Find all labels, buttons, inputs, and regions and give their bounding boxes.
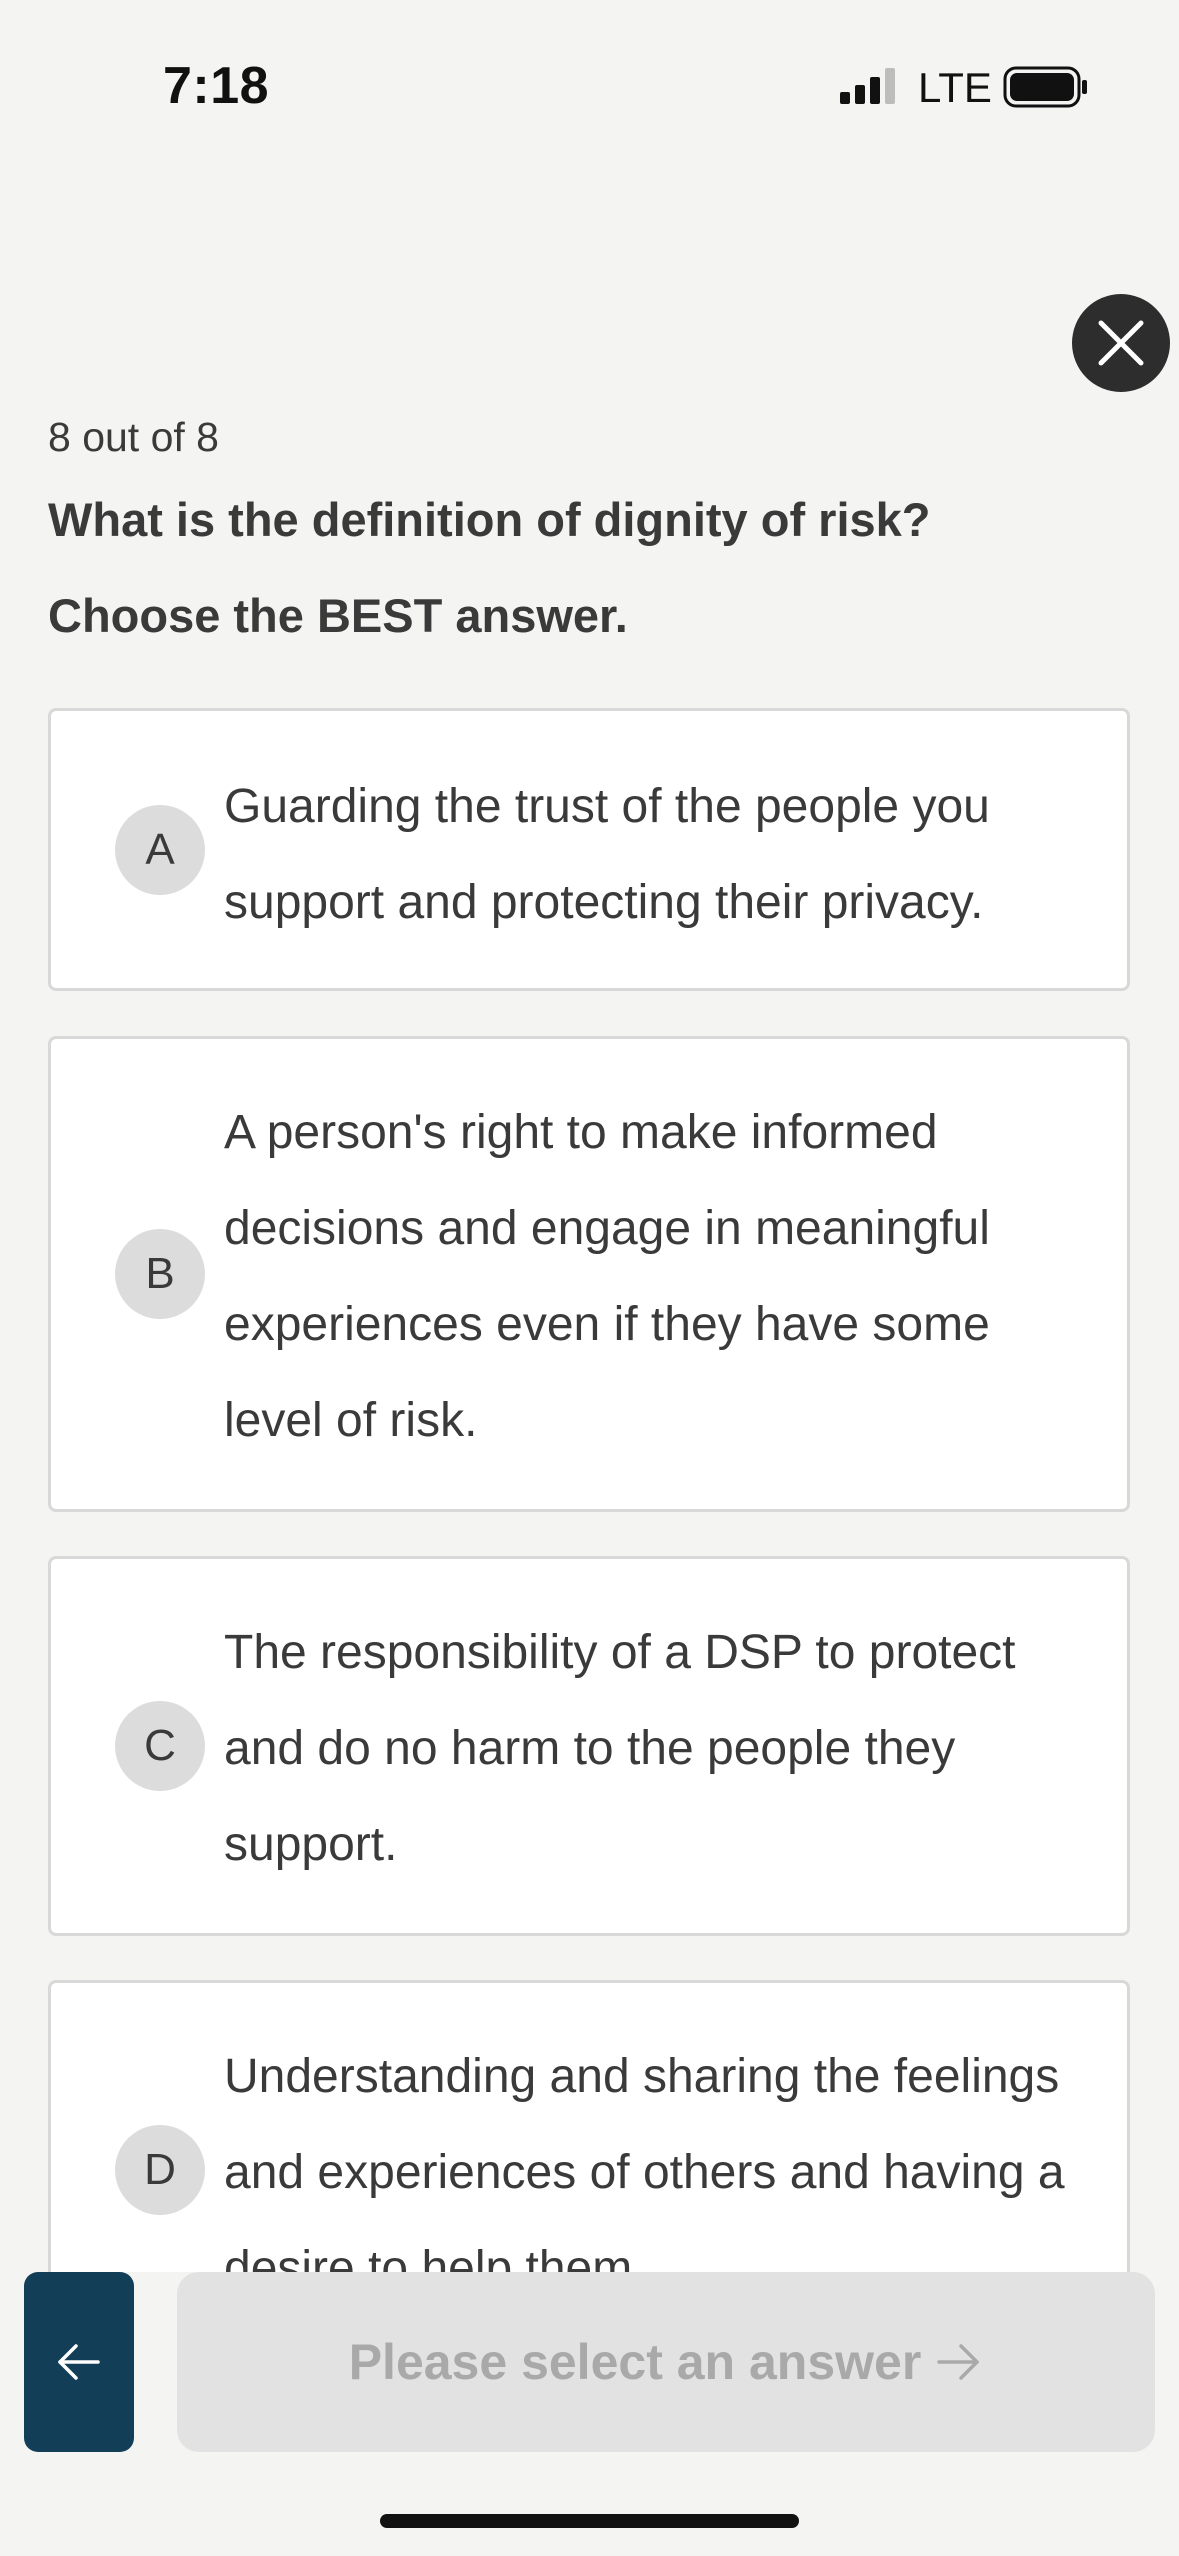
question-instruction: Choose the BEST answer. xyxy=(48,589,628,642)
status-time: 7:18 xyxy=(163,57,270,115)
next-button[interactable]: Please select an answer xyxy=(177,2272,1155,2452)
network-type-label: LTE xyxy=(918,64,992,111)
arrow-right-icon xyxy=(937,2344,980,2380)
option-text: The responsibility of a DSP to protect a… xyxy=(224,1626,1016,1871)
answer-option-c[interactable]: C The responsibility of a DSP to protect… xyxy=(48,1556,1130,1936)
option-letter-badge: C xyxy=(115,1701,205,1791)
answer-options-list[interactable]: A Guarding the trust of the people you s… xyxy=(0,700,1179,2272)
home-indicator[interactable] xyxy=(380,2514,799,2528)
option-text: Understanding and sharing the feelings a… xyxy=(224,2050,1065,2272)
close-button[interactable] xyxy=(1072,294,1170,392)
question-title: What is the definition of dignity of ris… xyxy=(48,493,931,546)
option-text: Guarding the trust of the people you sup… xyxy=(224,780,990,929)
cellular-signal-icon xyxy=(840,68,895,104)
next-button-label: Please select an answer xyxy=(348,2334,922,2390)
option-letter-badge: D xyxy=(115,2125,205,2215)
answer-option-b[interactable]: B A person's right to make informed deci… xyxy=(48,1036,1130,1512)
arrow-left-icon xyxy=(58,2344,100,2380)
answer-option-a[interactable]: A Guarding the trust of the people you s… xyxy=(48,708,1130,991)
answer-option-d[interactable]: D Understanding and sharing the feelings… xyxy=(48,1980,1130,2272)
close-icon xyxy=(1098,320,1144,366)
question-progress: 8 out of 8 xyxy=(48,414,219,460)
option-letter-badge: B xyxy=(115,1229,205,1319)
back-button[interactable] xyxy=(24,2272,134,2452)
battery-icon xyxy=(1003,66,1087,108)
status-bar: 7:18 LTE xyxy=(0,0,1179,150)
option-text: A person's right to make informed decisi… xyxy=(224,1106,990,1447)
option-letter-badge: A xyxy=(115,805,205,895)
